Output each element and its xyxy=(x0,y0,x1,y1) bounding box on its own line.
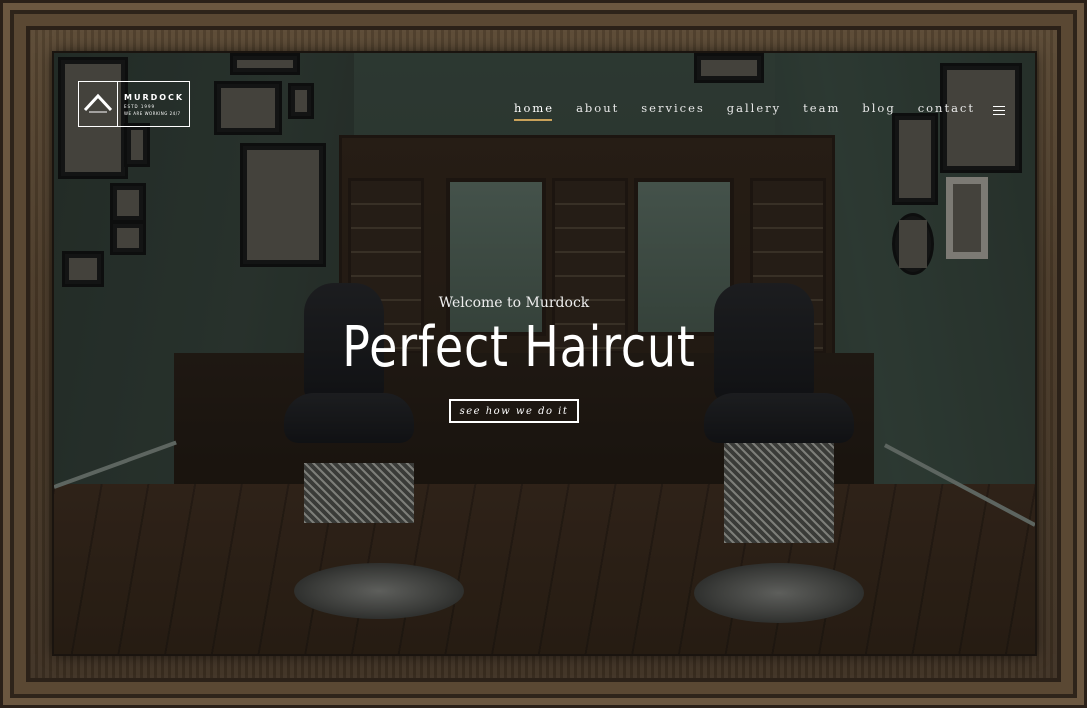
razor-logo-icon xyxy=(79,82,118,126)
brand-tagline-2: WE ARE WORKING 24/7 xyxy=(124,110,181,116)
logo[interactable]: MURDOCK ESTD 1999 WE ARE WORKING 24/7 xyxy=(78,81,190,127)
nav-item-blog[interactable]: blog xyxy=(862,101,895,119)
hamburger-icon[interactable] xyxy=(993,105,1005,115)
main-nav: home about services gallery team blog co… xyxy=(492,101,1005,121)
hero-title: Perfect Haircut xyxy=(342,315,696,380)
see-how-we-do-it-button[interactable]: see how we do it xyxy=(449,399,579,423)
brand-tagline-1: ESTD 1999 xyxy=(124,103,156,109)
nav-item-team[interactable]: team xyxy=(803,101,840,119)
brand-name: MURDOCK xyxy=(124,92,185,102)
hero-section: MURDOCK ESTD 1999 WE ARE WORKING 24/7 ho… xyxy=(54,53,1035,654)
nav-item-contact[interactable]: contact xyxy=(918,101,975,119)
nav-item-about[interactable]: about xyxy=(576,101,619,119)
hero-subtitle: Welcome to Murdock xyxy=(438,295,590,311)
nav-item-services[interactable]: services xyxy=(641,101,705,119)
nav-item-home[interactable]: home xyxy=(514,101,554,121)
nav-item-gallery[interactable]: gallery xyxy=(727,101,781,119)
